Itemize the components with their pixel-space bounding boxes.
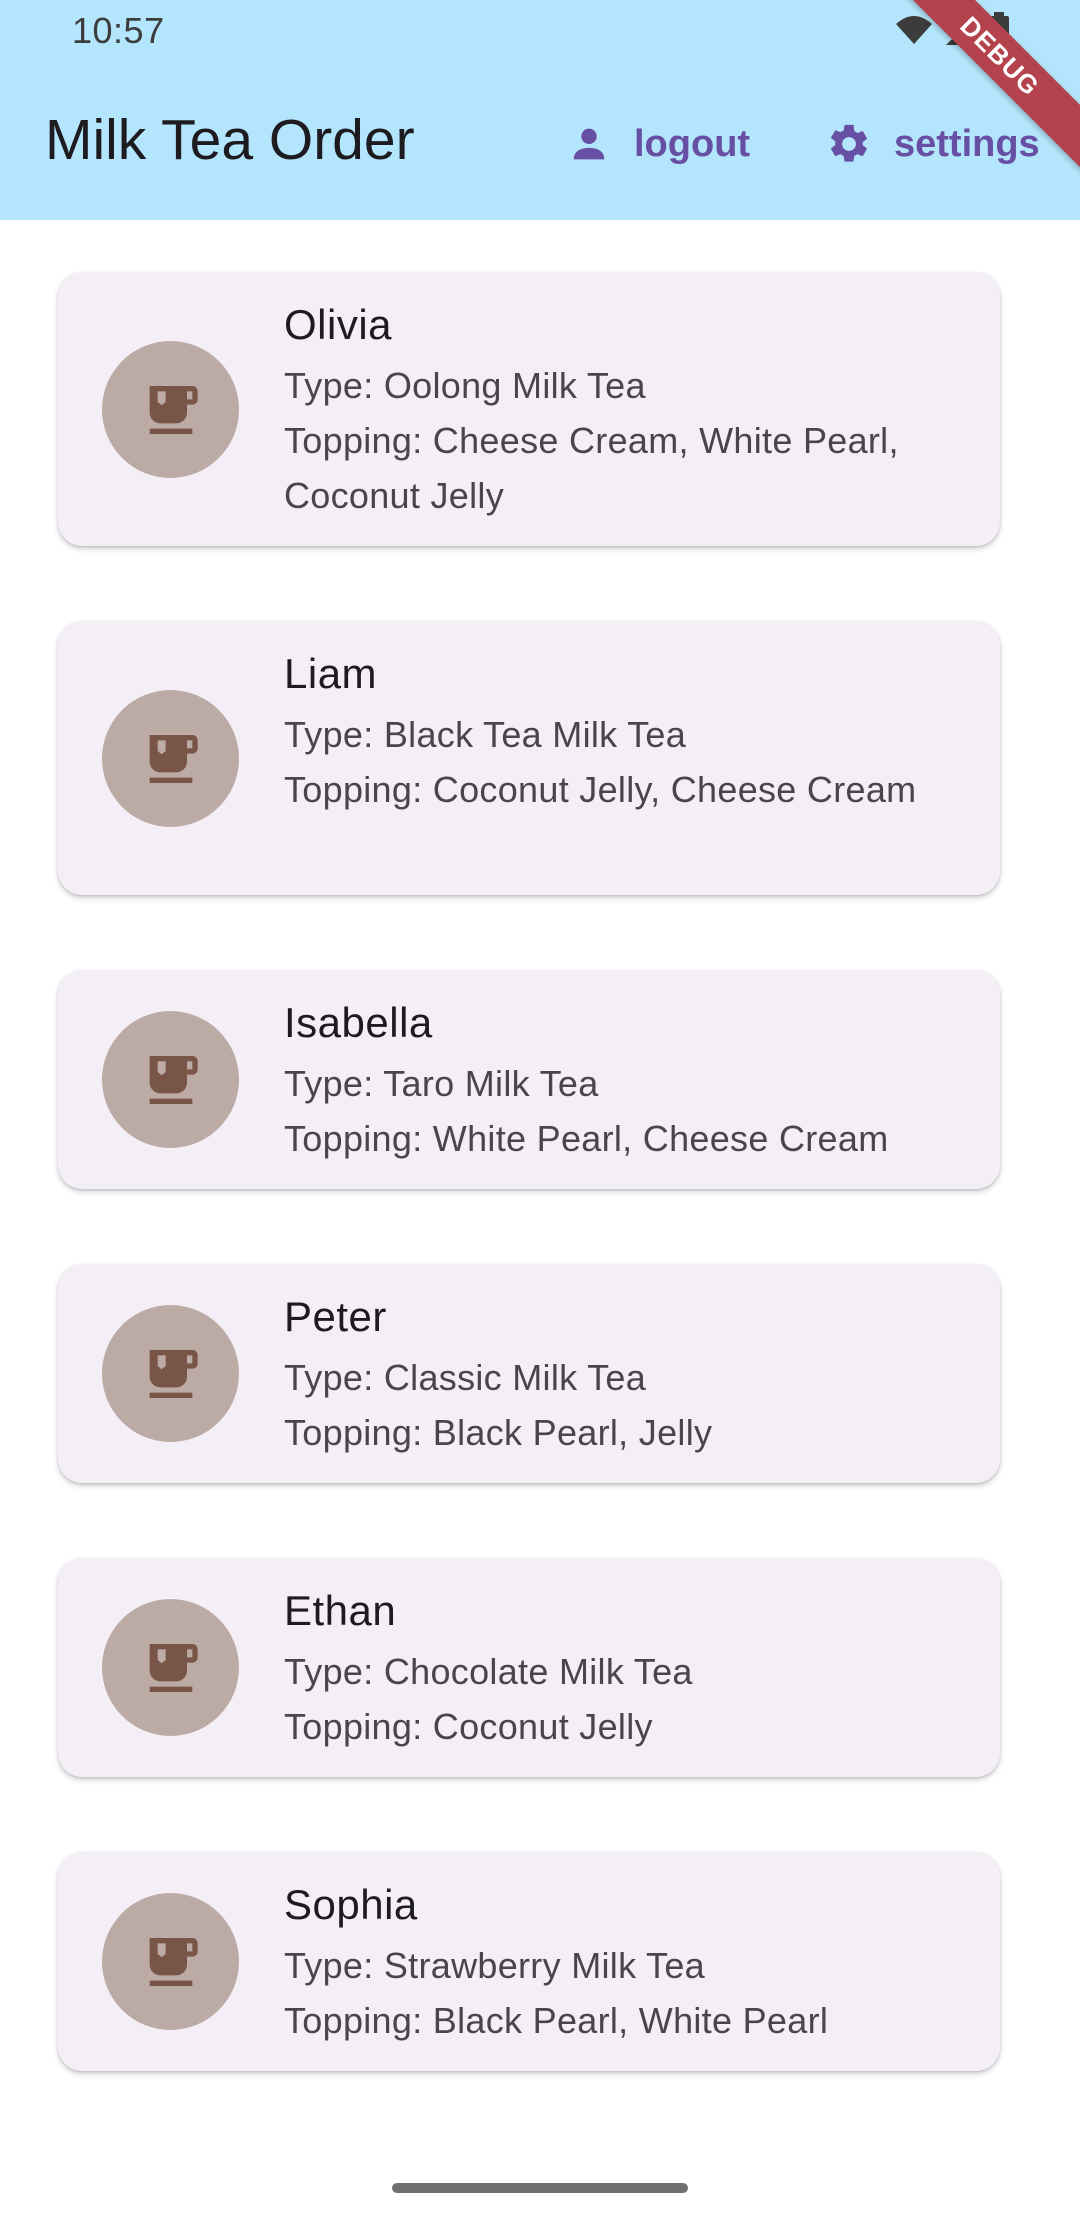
customer-name: Peter — [284, 1293, 387, 1340]
coffee-cup-icon — [149, 1643, 198, 1692]
customer-name: Liam — [284, 650, 378, 697]
customer-name: Ethan — [284, 1587, 397, 1634]
coffee-cup-icon — [149, 1055, 198, 1104]
order-details: Ethan Type: Chocolate Milk Tea Topping: … — [284, 1584, 974, 1754]
order-type: Type: Classic Milk Tea — [284, 1357, 647, 1398]
order-topping: Topping: Black Pearl, Jelly — [284, 1412, 713, 1453]
order-avatar — [102, 1893, 239, 2030]
settings-button[interactable]: settings — [826, 114, 1040, 174]
order-card[interactable]: Ethan Type: Chocolate Milk Tea Topping: … — [58, 1558, 1000, 1777]
person-icon — [566, 121, 612, 167]
coffee-cup-icon — [149, 734, 198, 783]
order-topping: Topping: Black Pearl, White Pearl — [284, 2000, 829, 2041]
logout-label: logout — [634, 122, 751, 165]
coffee-cup-icon — [149, 1937, 198, 1986]
customer-name: Isabella — [284, 999, 433, 1046]
order-topping: Topping: White Pearl, Cheese Cream — [284, 1118, 889, 1159]
order-avatar — [102, 690, 239, 827]
wifi-icon — [894, 14, 934, 51]
logout-button[interactable]: logout — [566, 114, 750, 174]
order-card[interactable]: Liam Type: Black Tea Milk Tea Topping: C… — [58, 621, 1000, 895]
order-type: Type: Taro Milk Tea — [284, 1063, 599, 1104]
order-type: Type: Black Tea Milk Tea — [284, 714, 687, 755]
order-details: Peter Type: Classic Milk Tea Topping: Bl… — [284, 1290, 974, 1460]
order-card[interactable]: Olivia Type: Oolong Milk Tea Topping: Ch… — [58, 272, 1000, 546]
order-details: Olivia Type: Oolong Milk Tea Topping: Ch… — [284, 298, 974, 523]
coffee-cup-icon — [149, 385, 198, 434]
order-avatar — [102, 341, 239, 478]
order-topping: Topping: Cheese Cream, White Pearl, Coco… — [284, 420, 899, 516]
order-type: Type: Chocolate Milk Tea — [284, 1651, 693, 1692]
order-details: Sophia Type: Strawberry Milk Tea Topping… — [284, 1878, 974, 2048]
customer-name: Olivia — [284, 301, 393, 348]
order-card[interactable]: Peter Type: Classic Milk Tea Topping: Bl… — [58, 1264, 1000, 1483]
app-bar: 10:57 DEBUG Milk Tea Order logout settin… — [0, 0, 1080, 220]
order-type: Type: Oolong Milk Tea — [284, 365, 646, 406]
order-card[interactable]: Isabella Type: Taro Milk Tea Topping: Wh… — [58, 970, 1000, 1189]
order-type: Type: Strawberry Milk Tea — [284, 1945, 705, 1986]
order-details: Isabella Type: Taro Milk Tea Topping: Wh… — [284, 996, 974, 1166]
order-avatar — [102, 1011, 239, 1148]
settings-label: settings — [894, 122, 1040, 165]
customer-name: Sophia — [284, 1881, 418, 1928]
order-avatar — [102, 1305, 239, 1442]
order-topping: Topping: Coconut Jelly — [284, 1706, 653, 1747]
gesture-navigation-bar[interactable] — [392, 2183, 688, 2193]
gear-icon — [826, 121, 872, 167]
order-topping: Topping: Coconut Jelly, Cheese Cream — [284, 769, 917, 810]
order-details: Liam Type: Black Tea Milk Tea Topping: C… — [284, 647, 974, 817]
order-card[interactable]: Sophia Type: Strawberry Milk Tea Topping… — [58, 1852, 1000, 2071]
status-time: 10:57 — [72, 10, 165, 51]
order-avatar — [102, 1599, 239, 1736]
coffee-cup-icon — [149, 1349, 198, 1398]
page-title: Milk Tea Order — [45, 108, 415, 172]
